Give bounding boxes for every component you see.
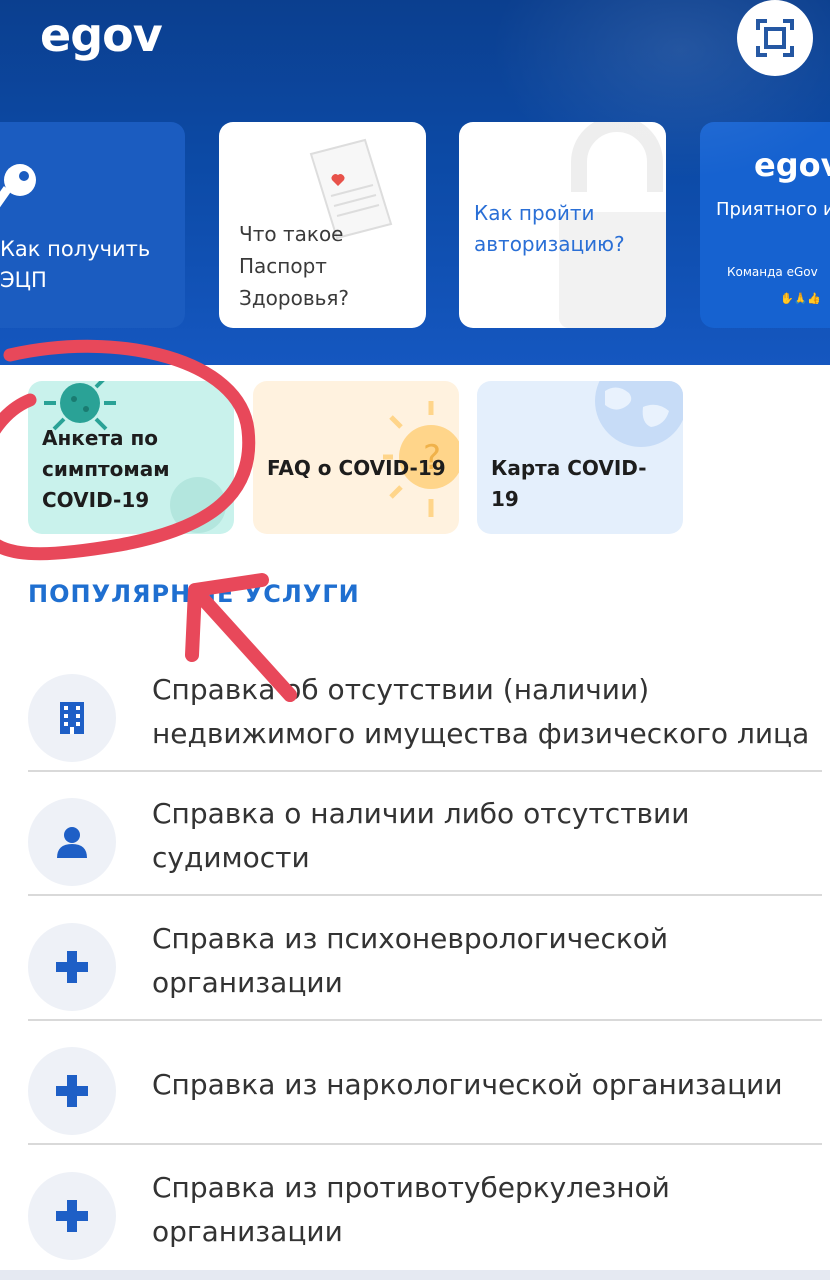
story-card-ecp[interactable]: Как получить ЭЦП: [0, 122, 185, 328]
story-label: Как получить ЭЦП: [0, 237, 151, 292]
service-item-property[interactable]: Справка об отсутствии (наличии) недвижим…: [0, 648, 830, 772]
service-item-psychoneuro[interactable]: Справка из психоневрологической организа…: [0, 897, 830, 1021]
service-label: Справка о наличии либо отсутствии судимо…: [152, 797, 690, 874]
service-item-tuberculosis[interactable]: Справка из противотуберкулезной организа…: [0, 1146, 830, 1270]
story-card-authorization[interactable]: Как пройти авторизацию?: [459, 122, 666, 328]
plus-icon: [28, 1172, 116, 1260]
key-icon: [0, 164, 36, 228]
story-label: Приятного использования!: [716, 199, 830, 220]
story-label: Что такое Паспорт Здоровья?: [239, 222, 350, 310]
service-item-narcology[interactable]: Справка из наркологической организации: [0, 1021, 830, 1145]
story-card-health-passport[interactable]: Что такое Паспорт Здоровья?: [219, 122, 426, 328]
person-icon: [28, 798, 116, 886]
qr-scan-button[interactable]: [737, 0, 813, 76]
service-item-criminal-record[interactable]: Справка о наличии либо отсутствии судимо…: [0, 772, 830, 896]
header: egov Как получить ЭЦП Что такое Паспорт …: [0, 0, 830, 365]
story-label: Как пройти авторизацию?: [474, 201, 625, 256]
plus-icon: [28, 923, 116, 1011]
service-label: Справка из противотуберкулезной организа…: [152, 1171, 670, 1248]
service-label: Справка из наркологической организации: [152, 1068, 783, 1101]
plus-icon: [28, 1047, 116, 1135]
covid-card-label: Анкета по симптомам COVID-19: [42, 426, 170, 512]
service-label: Справка из психоневрологической организа…: [152, 922, 669, 999]
egov-logo-small: egov: [754, 146, 830, 184]
emoji-icon: ✋🙏👍: [780, 292, 822, 305]
building-icon: [28, 674, 116, 762]
covid-symptoms-card[interactable]: Анкета по симптомам COVID-19: [28, 381, 234, 534]
egov-logo[interactable]: egov: [40, 8, 163, 62]
covid-map-card[interactable]: Карта COVID-19: [477, 381, 683, 534]
popular-services-title: ПОПУЛЯРНЫЕ УСЛУГИ: [28, 580, 360, 608]
covid-card-label: Карта COVID-19: [491, 456, 647, 511]
covid-faq-card[interactable]: ? FAQ о COVID-19: [253, 381, 459, 534]
divider: [28, 1143, 822, 1145]
globe-icon: [595, 381, 683, 447]
covid-card-label: FAQ о COVID-19: [267, 456, 446, 480]
story-team-caption: Команда eGov: [727, 265, 818, 279]
scan-icon: [756, 19, 794, 57]
divider: [28, 894, 822, 896]
service-label: Справка об отсутствии (наличии) недвижим…: [152, 673, 810, 750]
story-card-welcome[interactable]: egov Приятного использования! Команда eG…: [700, 122, 830, 328]
bottom-bar: [0, 1270, 830, 1280]
